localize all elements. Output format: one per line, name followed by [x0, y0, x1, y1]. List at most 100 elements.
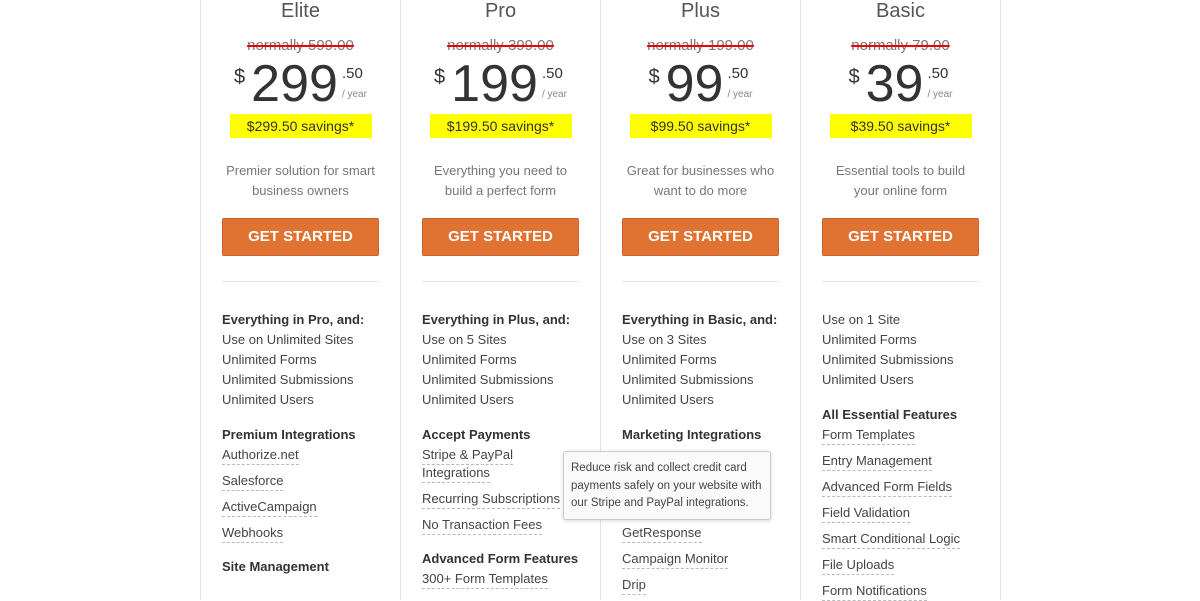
feature-item: Unlimited Submissions [822, 352, 954, 367]
feature-group-heading: Accept Payments [422, 427, 531, 442]
feature-link[interactable]: Field Validation [822, 505, 910, 523]
feature-item[interactable]: Salesforce [222, 472, 379, 491]
feature-item[interactable]: ActiveCampaign [222, 498, 379, 517]
feature-group: All Essential Features Form Templates Entr… [822, 406, 979, 601]
plan-basic: Basic normally 79.00 $39.50 / year $39.50… [801, 0, 1001, 601]
original-price-wrap: normally 399.00 [422, 37, 579, 55]
feature-item[interactable]: No Transaction Fees [422, 516, 579, 535]
feature-link[interactable]: Campaign Monitor [622, 551, 729, 569]
feature-group: Everything in Basic, and: Use on 3 Sites U… [622, 310, 779, 410]
feature-link[interactable]: Advanced Form Fields [822, 479, 953, 497]
tooltip: Reduce risk and collect credit card paym… [563, 451, 771, 520]
feature-item[interactable]: Smart Conditional Logic [822, 530, 979, 549]
feature-group: Accept Payments Stripe & PayPal Integrati… [422, 426, 579, 535]
feature-item[interactable]: File Uploads [822, 556, 979, 575]
original-price-wrap: normally 199.00 [622, 37, 779, 55]
feature-item: Unlimited Submissions [422, 372, 554, 387]
price-cents: .50 [341, 65, 363, 82]
feature-group-heading: All Essential Features [822, 407, 958, 422]
feature-link[interactable]: Form Notifications [822, 583, 927, 601]
feature-item: Unlimited Users [422, 392, 514, 407]
plan-description: Essential tools to build your online for… [835, 163, 966, 198]
feature-item[interactable]: Form Notifications [822, 582, 979, 601]
price-amount: 39 [865, 55, 924, 113]
savings-badge: $299.50 savings* [229, 114, 372, 138]
savings-badge: $199.50 savings* [429, 114, 572, 138]
feature-item: Unlimited Users [822, 372, 914, 387]
feature-item[interactable]: Authorize.net [222, 446, 379, 465]
divider [822, 281, 979, 282]
feature-item: Unlimited Forms [622, 352, 717, 367]
price: $299.50 / year [222, 58, 379, 110]
original-price: normally 199.00 [647, 37, 754, 54]
price-period: / year [341, 89, 367, 100]
feature-item: Use on Unlimited Sites [222, 332, 354, 347]
plan-name: Elite [281, 0, 320, 22]
feature-item[interactable]: Form Templates [822, 426, 979, 445]
savings-badge: $39.50 savings* [829, 114, 972, 138]
feature-item[interactable]: 300+ Form Templates [422, 570, 579, 589]
divider [422, 281, 579, 282]
feature-item[interactable]: Campaign Monitor [622, 550, 779, 569]
get-started-button[interactable]: GET STARTED [422, 218, 579, 256]
feature-link[interactable]: 300+ Form Templates [422, 571, 548, 589]
feature-link[interactable]: Recurring Subscriptions [422, 491, 561, 509]
price-amount: 299 [251, 55, 338, 113]
feature-group-heading: Marketing Integrations [622, 427, 762, 442]
feature-item: Use on 3 Sites [622, 332, 707, 347]
get-started-button[interactable]: GET STARTED [622, 218, 779, 256]
get-started-button[interactable]: GET STARTED [822, 218, 979, 256]
feature-item[interactable]: Stripe & PayPal Integrations [422, 446, 579, 483]
feature-list: Use on 1 Site Unlimited Forms Unlimited Su… [822, 310, 979, 601]
feature-group-heading: Site Management [222, 559, 329, 574]
feature-group-heading: Everything in Plus, and: [422, 312, 571, 327]
feature-item[interactable]: Field Validation [822, 504, 979, 523]
original-price-wrap: normally 599.00 [222, 37, 379, 55]
feature-link[interactable]: ActiveCampaign [222, 499, 317, 517]
plan-name: Pro [484, 0, 517, 22]
feature-item[interactable]: GetResponse [622, 524, 779, 543]
feature-link[interactable]: Drip [622, 577, 646, 595]
feature-item: Unlimited Forms [222, 352, 317, 367]
feature-group-heading: Everything in Pro, and: [222, 312, 365, 327]
feature-link[interactable]: Authorize.net [222, 447, 299, 465]
feature-link[interactable]: File Uploads [822, 557, 895, 575]
feature-link[interactable]: GetResponse [622, 525, 702, 543]
price: $99.50 / year [622, 58, 779, 110]
feature-item: Unlimited Forms [422, 352, 517, 367]
divider [222, 281, 379, 282]
currency: $ [434, 66, 446, 88]
feature-item[interactable]: Advanced Form Fields [822, 478, 979, 497]
feature-item[interactable]: Recurring Subscriptions [422, 490, 579, 509]
feature-item: Unlimited Users [222, 392, 314, 407]
original-price: normally 79.00 [851, 37, 950, 54]
currency: $ [234, 66, 246, 88]
feature-link[interactable]: Entry Management [822, 453, 932, 471]
feature-link[interactable]: Salesforce [222, 473, 284, 491]
feature-link[interactable]: No Transaction Fees [422, 517, 542, 535]
savings-badge: $99.50 savings* [629, 114, 772, 138]
feature-item: Unlimited Users [622, 392, 714, 407]
feature-list: Everything in Pro, and: Use on Unlimited … [222, 310, 379, 576]
feature-item: Use on 1 Site [822, 312, 901, 327]
feature-link[interactable]: Smart Conditional Logic [822, 531, 961, 549]
price: $39.50 / year [822, 58, 979, 110]
plan-description: Great for businesses who want to do more [626, 163, 775, 198]
feature-item: Unlimited Submissions [222, 372, 354, 387]
price-cents: .50 [727, 65, 749, 82]
divider [622, 281, 779, 282]
feature-link[interactable]: Form Templates [822, 427, 915, 445]
feature-item[interactable]: Drip [622, 576, 779, 595]
feature-link[interactable]: Webhooks [222, 525, 284, 543]
feature-item[interactable]: Webhooks [222, 524, 379, 543]
feature-item[interactable]: Entry Management [822, 452, 979, 471]
price-period: / year [541, 89, 567, 100]
feature-group: Advanced Form Features 300+ Form Template… [422, 550, 579, 589]
price: $199.50 / year [422, 58, 579, 110]
feature-link[interactable]: Stripe & PayPal Integrations [422, 447, 514, 483]
feature-group: Site Management [222, 558, 379, 576]
plan-description: Premier solution for smart business owne… [226, 163, 375, 198]
get-started-button[interactable]: GET STARTED [222, 218, 379, 256]
price-amount: 99 [665, 55, 724, 113]
price-cents: .50 [927, 65, 949, 82]
